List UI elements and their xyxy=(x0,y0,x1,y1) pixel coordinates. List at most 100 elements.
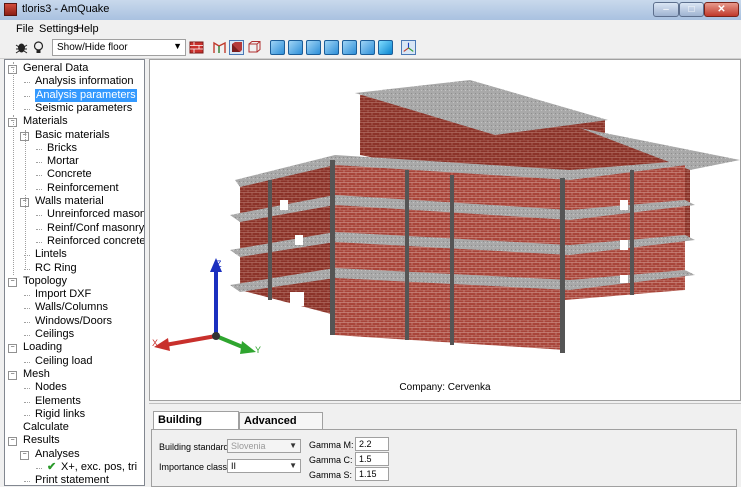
tree-connector xyxy=(36,215,42,217)
tree-item[interactable]: Rigid links xyxy=(35,408,85,421)
chevron-down-icon: ▼ xyxy=(289,461,297,470)
tree-item[interactable]: Mortar xyxy=(47,155,79,168)
gamma-s-input[interactable]: 1.15 xyxy=(355,467,389,481)
bug-icon[interactable] xyxy=(14,40,29,55)
chevron-down-icon: ▼ xyxy=(289,441,297,450)
tree-connector xyxy=(24,295,30,297)
tree-expander[interactable]: − xyxy=(8,370,17,380)
model-viewport[interactable]: Z X Y Company: Cervenka xyxy=(149,59,741,401)
tree-connector xyxy=(24,308,30,310)
gamma-c-input[interactable]: 1.5 xyxy=(355,452,389,466)
tab-building-standard[interactable]: Building standard xyxy=(153,411,239,443)
axis-z-label: Z xyxy=(216,259,222,269)
tree-item[interactable]: Print statement xyxy=(35,474,109,485)
tree-connector xyxy=(36,241,42,243)
importance-class-label: Importance class: xyxy=(159,462,230,472)
tree-item[interactable]: Analysis information xyxy=(35,75,133,88)
company-label: Company: Cervenka xyxy=(399,382,491,393)
tree-connector xyxy=(24,401,30,403)
tree-item[interactable]: X+, exc. pos, tri xyxy=(61,461,137,474)
menu-help[interactable]: Help xyxy=(76,23,99,35)
tree-item[interactable]: Reinforcement xyxy=(47,182,119,195)
tree-item[interactable]: Bricks xyxy=(47,142,77,155)
solid-view-icon[interactable] xyxy=(229,40,244,55)
axis-x-label: X xyxy=(152,338,158,348)
tree-expander[interactable]: − xyxy=(8,437,17,447)
tree-item[interactable]: Ceilings xyxy=(35,328,74,341)
view-left-icon[interactable] xyxy=(306,40,321,55)
tree-item[interactable]: Analyses xyxy=(35,448,80,461)
tab-advanced-settings[interactable]: Advanced settings xyxy=(239,412,323,444)
lightbulb-icon[interactable] xyxy=(31,40,46,55)
menu-file[interactable]: File xyxy=(16,23,34,35)
tree-item[interactable]: Reinf/Conf masonry xyxy=(47,222,144,235)
tree-item[interactable]: Unreinforced masonry xyxy=(47,208,144,221)
importance-class-select[interactable]: II ▼ xyxy=(227,459,301,473)
tree-item[interactable]: Walls material xyxy=(35,195,104,208)
tree-guide xyxy=(13,62,14,110)
tree-item[interactable]: Ceiling load xyxy=(35,355,92,368)
menu-bar: File Settings Help xyxy=(0,20,741,38)
tree-item[interactable]: Mesh xyxy=(23,368,50,381)
tree-connector xyxy=(36,162,42,164)
tree-expander[interactable]: − xyxy=(8,344,17,354)
app-icon xyxy=(4,3,17,16)
tree-connector xyxy=(36,148,42,150)
tree-item[interactable]: General Data xyxy=(23,62,88,75)
floor-visibility-select[interactable]: Show/Hide floor ▼ xyxy=(52,39,186,56)
view-bottom-icon[interactable] xyxy=(360,40,375,55)
tree-item[interactable]: Basic materials xyxy=(35,129,110,142)
window-title: tloris3 - AmQuake xyxy=(22,3,110,15)
frame-icon[interactable] xyxy=(212,40,227,55)
menu-settings[interactable]: Settings xyxy=(39,23,79,35)
maximize-button[interactable]: □ xyxy=(679,2,704,17)
view-top-icon[interactable] xyxy=(342,40,357,55)
tree-connector xyxy=(24,335,30,336)
view-right-icon[interactable] xyxy=(324,40,339,55)
tree-guide xyxy=(13,115,14,275)
tree-item[interactable]: Import DXF xyxy=(35,288,91,301)
tree-item[interactable]: Windows/Doors xyxy=(35,315,112,328)
tree-item[interactable]: Concrete xyxy=(47,168,92,181)
tree-connector xyxy=(36,468,42,469)
brick-wall-icon[interactable] xyxy=(189,40,204,55)
tree-item[interactable]: Results xyxy=(23,434,60,447)
tree-item[interactable]: Elements xyxy=(35,395,81,408)
tree-connector xyxy=(24,321,30,323)
tree-connector xyxy=(24,414,30,416)
tree-item[interactable]: Walls/Columns xyxy=(35,301,108,314)
checkmark-icon: ✔ xyxy=(47,461,57,473)
tree-item[interactable]: Topology xyxy=(23,275,67,288)
tree-item[interactable]: Nodes xyxy=(35,381,67,394)
view-iso-icon[interactable] xyxy=(378,40,393,55)
tree-expander[interactable]: − xyxy=(20,450,29,460)
tree-item[interactable]: RC Ring xyxy=(35,262,77,275)
tree-connector xyxy=(24,82,30,84)
tree-item[interactable]: Lintels xyxy=(35,248,67,261)
view-front-icon[interactable] xyxy=(270,40,285,55)
gamma-m-label: Gamma M: xyxy=(309,440,354,450)
tree-connector xyxy=(36,175,42,177)
chevron-down-icon: ▼ xyxy=(173,41,182,51)
wireframe-view-icon[interactable] xyxy=(247,40,262,55)
tree-expander[interactable]: − xyxy=(8,277,17,287)
project-tree[interactable]: − General Data Analysis information Analysi… xyxy=(4,59,145,486)
axes-icon[interactable] xyxy=(401,40,416,55)
building-standard-select[interactable]: Slovenia ▼ xyxy=(227,439,301,453)
tree-item[interactable]: Loading xyxy=(23,341,62,354)
tree-connector xyxy=(24,388,30,390)
tree-item[interactable]: Reinforced concrete xyxy=(47,235,144,248)
tree-guide xyxy=(25,130,26,190)
tree-item[interactable]: Seismic parameters xyxy=(35,102,132,115)
minimize-button[interactable]: ‒ xyxy=(653,2,679,17)
tree-connector xyxy=(24,95,30,97)
tree-item[interactable]: Calculate xyxy=(23,421,69,434)
axis-y-label: Y xyxy=(255,345,261,355)
view-back-icon[interactable] xyxy=(288,40,303,55)
tree-item[interactable]: Materials xyxy=(23,115,68,128)
tree-item[interactable]: Analysis parameters xyxy=(35,88,137,102)
title-bar: tloris3 - AmQuake ‒ □ ✕ xyxy=(0,0,741,21)
gamma-m-input[interactable]: 2.2 xyxy=(355,437,389,451)
close-button[interactable]: ✕ xyxy=(704,2,739,17)
tree-connector xyxy=(24,108,30,110)
